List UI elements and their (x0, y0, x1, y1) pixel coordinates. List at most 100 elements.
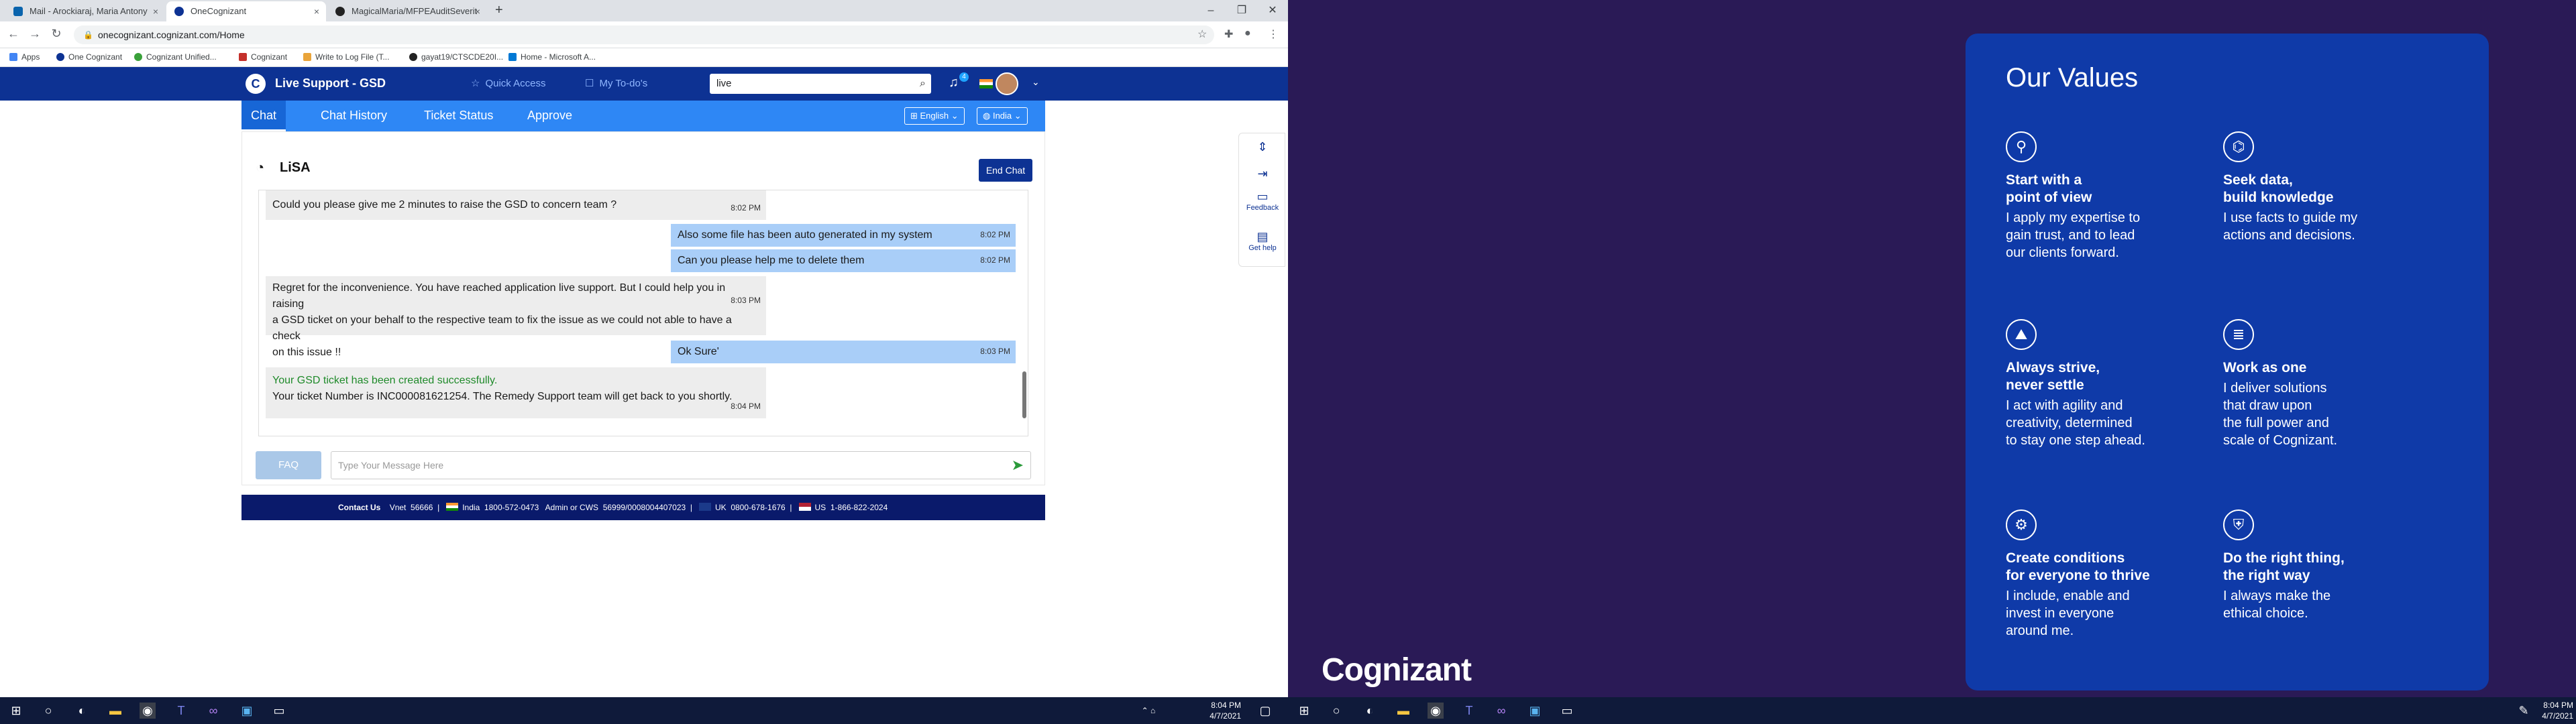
url-field[interactable]: 🔒 onecognizant.cognizant.com/Home (74, 25, 1214, 44)
vnet-label: Vnet (389, 503, 407, 512)
file-explorer-icon[interactable]: ▬ (1395, 703, 1411, 719)
new-tab-icon[interactable]: + (495, 3, 503, 18)
restore-icon[interactable]: ❐ (1226, 0, 1257, 21)
region-value: India (992, 111, 1012, 121)
reload-icon[interactable]: ↻ (48, 27, 64, 41)
browser-tab-mail[interactable]: Mail - Arockiaraj, Maria Antony × (5, 1, 165, 21)
chrome-icon[interactable]: ◉ (140, 703, 156, 719)
bookmark-cognizant-unified[interactable]: Cognizant Unified... (134, 52, 217, 62)
quick-access-link[interactable]: ☆ Quick Access (471, 77, 545, 89)
taskbar-clock[interactable]: 8:04 PM 4/7/2021 (2533, 700, 2573, 721)
chrome-icon[interactable]: ◉ (1428, 703, 1444, 719)
teams-icon[interactable]: T (173, 703, 189, 719)
bookmark-one-cognizant[interactable]: One Cognizant (56, 52, 122, 62)
close-window-icon[interactable]: ✕ (1257, 0, 1288, 21)
scrollbar[interactable] (1022, 371, 1026, 418)
region-select[interactable]: ◍ India ⌄ (977, 107, 1028, 125)
language-select[interactable]: ⊞ English ⌄ (904, 107, 965, 125)
search-input[interactable]: live ⌕ (710, 74, 931, 94)
tab-ticket-status[interactable]: Ticket Status (415, 101, 502, 131)
message-input[interactable]: Type Your Message Here ➤ (331, 451, 1031, 479)
my-todos-label: My To-do's (599, 78, 648, 89)
pen-icon[interactable]: ✎ (2516, 703, 2532, 719)
terminal-icon[interactable]: ▣ (239, 703, 255, 719)
search-icon[interactable]: ⌕ (920, 74, 926, 94)
us-number: 1-866-822-2024 (830, 503, 888, 512)
tray-icons[interactable]: ⌃ ⌂ ◖ (1140, 703, 1157, 724)
value-text-line: to stay one step ahead. (2006, 433, 2145, 448)
bookmark-star-icon[interactable]: ☆ (1197, 27, 1207, 41)
uk-flag-icon (698, 503, 711, 511)
value-text-line: the full power and (2223, 416, 2329, 430)
admin-number: 56999/0008004407023 (602, 503, 686, 512)
visual-studio-icon[interactable]: ∞ (1493, 703, 1509, 719)
windows-start-icon[interactable]: ⊞ (1296, 703, 1312, 719)
value-text-line: our clients forward. (2006, 245, 2119, 260)
value-title: Do the right thing, the right way (2223, 550, 2345, 585)
value-text: I apply my expertise to gain trust, and … (2006, 209, 2140, 261)
close-tab-icon[interactable]: × (153, 1, 158, 21)
bookmark-cognizant[interactable]: Cognizant (239, 52, 287, 62)
search-icon[interactable]: ○ (40, 703, 56, 719)
clock-date: 4/7/2021 (1210, 711, 1241, 721)
taskbar-clock[interactable]: 8:04 PM 4/7/2021 (1201, 700, 1241, 721)
collapse-icon[interactable]: ⇥ (1239, 167, 1286, 181)
bookmark-github[interactable]: gayat19/CTSCDE20I... (409, 52, 503, 62)
send-icon[interactable]: ➤ (1012, 452, 1024, 479)
value-text-line: I use facts to guide my (2223, 210, 2358, 225)
chevron-down-icon[interactable]: ⌄ (1032, 76, 1040, 88)
minimize-icon[interactable]: – (1195, 0, 1226, 21)
faq-button[interactable]: FAQ (256, 451, 321, 479)
close-tab-icon[interactable]: × (314, 1, 319, 21)
value-text-line: scale of Cognizant. (2223, 433, 2338, 448)
uk-label: UK (714, 503, 727, 512)
cmd-icon[interactable]: ▭ (271, 703, 287, 719)
windows-start-icon[interactable]: ⊞ (8, 703, 24, 719)
azure-icon (508, 53, 517, 61)
notification-badge: 4 (959, 72, 969, 82)
uk-number: 0800-678-1676 (731, 503, 786, 512)
menu-icon[interactable]: ⋮ (1268, 27, 1279, 41)
bookmark-write-log[interactable]: Write to Log File (T... (303, 52, 389, 62)
chat-panel: ◔ LiSA End Chat Could you please give me… (241, 131, 1045, 485)
close-tab-icon[interactable]: × (475, 1, 480, 21)
file-explorer-icon[interactable]: ▬ (107, 703, 123, 719)
avatar[interactable] (996, 72, 1018, 95)
extensions-icon[interactable]: ✚ (1224, 27, 1233, 41)
bookmarks-bar: Apps One Cognizant Cognizant Unified... … (0, 48, 1288, 67)
tab-chat[interactable]: Chat (241, 101, 286, 131)
get-help-button[interactable]: ▤ Get help (1239, 230, 1286, 252)
tab-approve[interactable]: Approve (518, 101, 582, 131)
visual-studio-icon[interactable]: ∞ (205, 703, 221, 719)
terminal-icon[interactable]: ▣ (1527, 703, 1543, 719)
browser-tab-onecognizant[interactable]: OneCognizant × (166, 1, 326, 21)
forward-icon[interactable]: → (27, 27, 43, 41)
feedback-button[interactable]: ▭ Feedback (1239, 190, 1286, 212)
tab-chat-history[interactable]: Chat History (311, 101, 396, 131)
checklist-icon: ☐ (585, 78, 594, 89)
teams-icon[interactable]: T (1461, 703, 1477, 719)
notification-center-icon[interactable]: ▢ (1257, 703, 1273, 719)
end-chat-button[interactable]: End Chat (979, 159, 1032, 182)
my-todos-link[interactable]: ☐ My To-do's (585, 77, 647, 89)
edge-icon[interactable]: ◐ (1362, 703, 1378, 719)
search-icon[interactable]: ○ (1328, 703, 1344, 719)
bookmark-microsoft[interactable]: Home - Microsoft A... (508, 52, 596, 62)
value-text-line: that draw upon (2223, 398, 2312, 413)
chat-message-user: Also some file has been auto generated i… (671, 224, 1016, 247)
bell-icon[interactable]: ♫ (949, 75, 959, 90)
us-flag-icon (798, 503, 811, 511)
profile-icon[interactable]: ● (1244, 27, 1251, 40)
cmd-icon[interactable]: ▭ (1559, 703, 1575, 719)
back-icon[interactable]: ← (5, 27, 21, 41)
edge-icon[interactable]: ◐ (74, 703, 90, 719)
language-value: English (920, 111, 949, 121)
bookmark-label: gayat19/CTSCDE20I... (421, 52, 504, 62)
cognizant-logo-icon[interactable]: C (246, 74, 266, 94)
message-time: 8:02 PM (980, 255, 1010, 265)
bookmark-apps[interactable]: Apps (9, 52, 40, 62)
browser-tab-github[interactable]: MagicalMaria/MFPEAuditSeverit × (327, 1, 487, 21)
message-list[interactable]: Could you please give me 2 minutes to ra… (258, 190, 1028, 436)
expand-icon[interactable]: ⇕ (1239, 140, 1286, 154)
cognizant-brand-logo: Cognizant (1322, 652, 1472, 688)
